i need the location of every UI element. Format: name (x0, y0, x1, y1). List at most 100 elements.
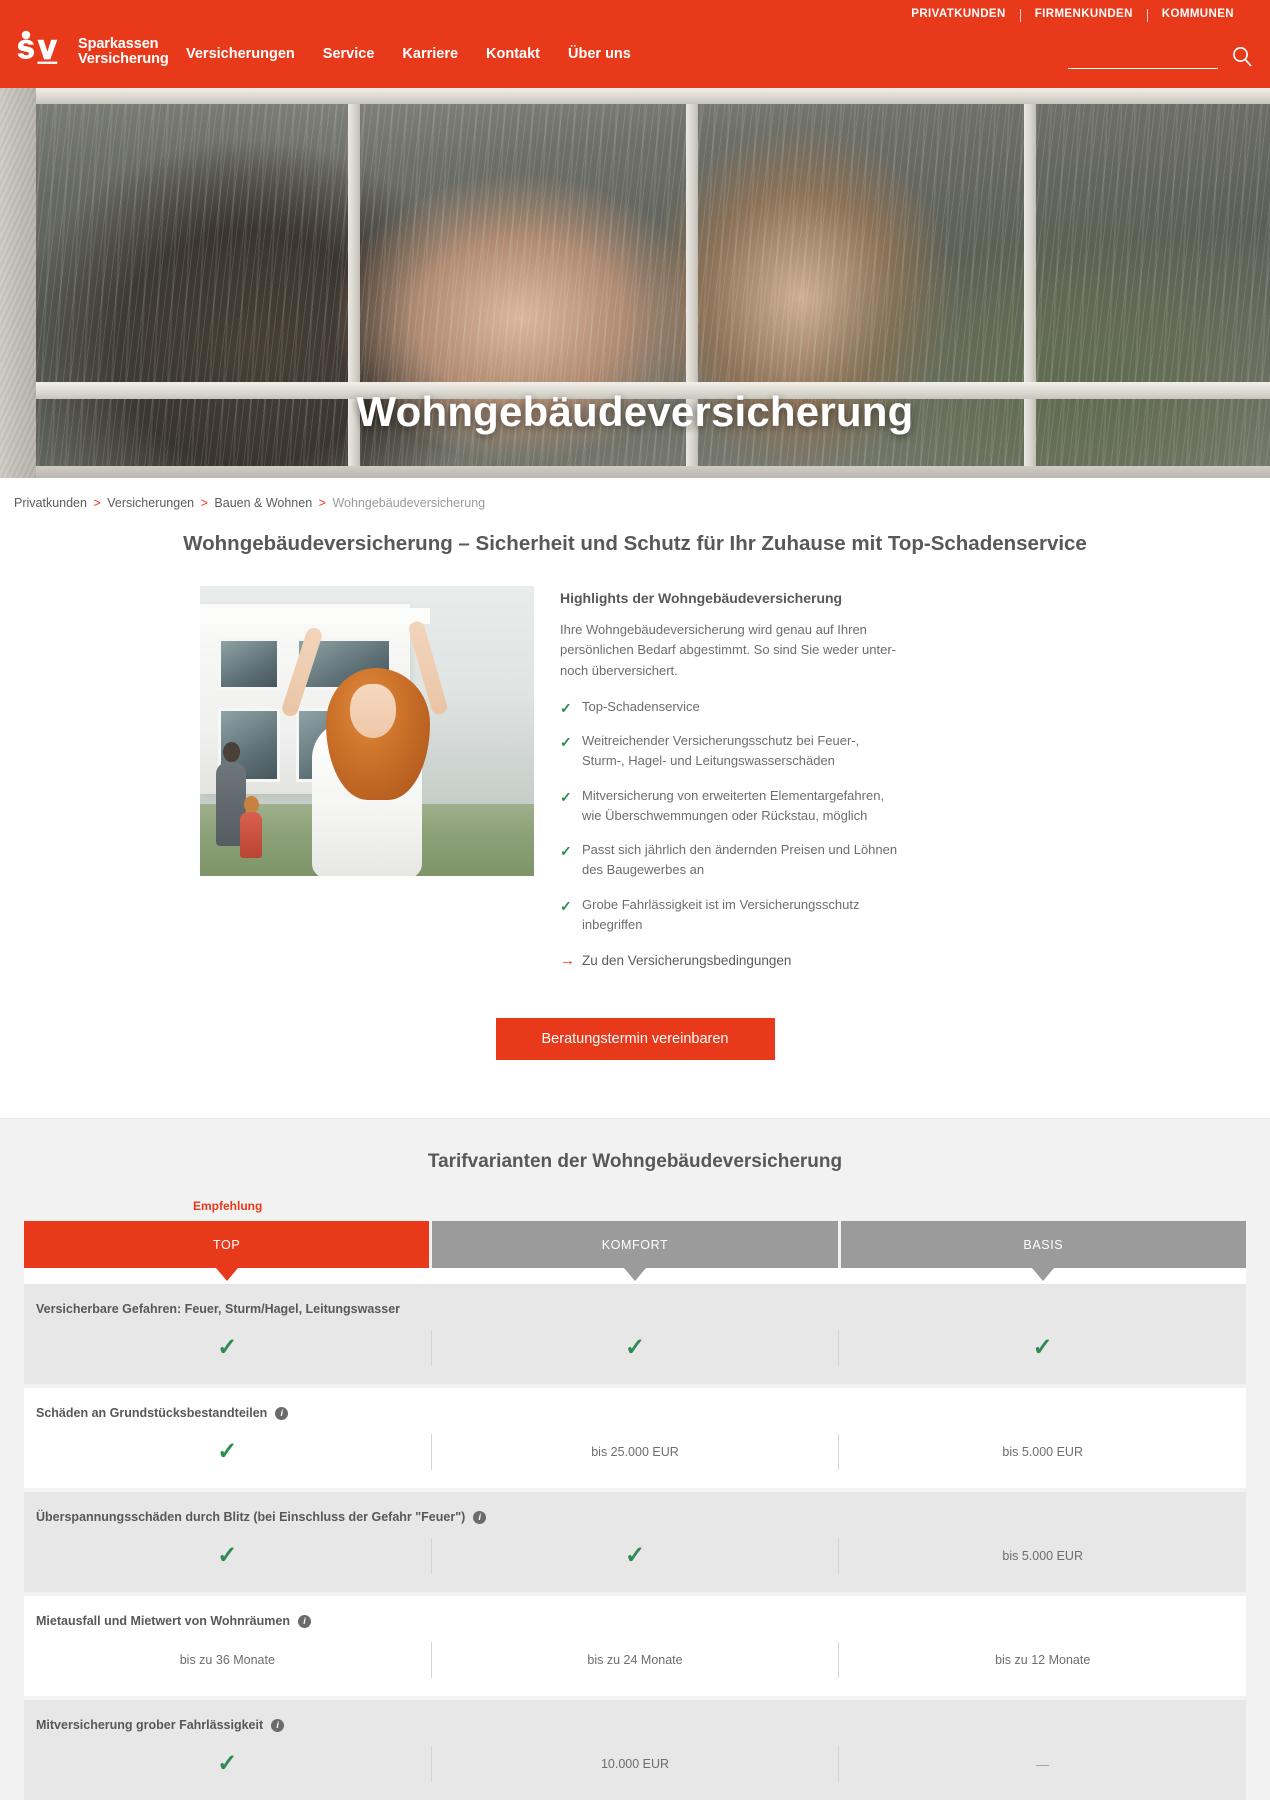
utility-link-privatkunden[interactable]: PRIVATKUNDEN (897, 9, 1019, 21)
feature-label: Überspannungsschäden durch Blitz (bei Ei… (36, 1510, 466, 1525)
value-cell-basis: ✓ (838, 1330, 1246, 1367)
nav-item-service[interactable]: Service (309, 46, 389, 62)
check-icon: ✓ (560, 788, 572, 805)
feature-label: Mietausfall und Mietwert von Wohnräumen (36, 1614, 290, 1629)
dash-icon: — (1036, 1756, 1050, 1772)
table-row: Schäden an Grundstücksbestandteilen i ✓ … (24, 1388, 1246, 1489)
child-figure (236, 794, 264, 858)
logo-link[interactable]: Sparkassen Versicherung (14, 30, 169, 68)
nav-item-versicherungen[interactable]: Versicherungen (186, 46, 309, 62)
main-content: Privatkunden > Versicherungen > Bauen & … (0, 478, 1270, 1801)
list-item-label: Grobe Fahrlässigkeit ist im Versicherung… (582, 896, 860, 932)
check-icon: ✓ (217, 1334, 238, 1362)
feature-label-wrap: Mietausfall und Mietwert von Wohnräumen … (24, 1596, 1246, 1628)
check-icon: ✓ (560, 897, 572, 914)
check-icon: ✓ (217, 1750, 238, 1778)
value-cell-basis: bis zu 12 Monate (838, 1642, 1246, 1679)
page-title: Wohngebäudeversicherung – Sicherheit und… (183, 532, 1087, 555)
tab-pointer-top (24, 1268, 429, 1284)
value-cell-basis: bis 5.000 EUR (838, 1434, 1246, 1471)
feature-label: Versicherbare Gefahren: Feuer, Sturm/Hag… (36, 1302, 401, 1317)
list-item: ✓ Grobe Fahrlässigkeit ist im Versicheru… (560, 895, 905, 936)
utility-nav: PRIVATKUNDEN FIRMENKUNDEN KOMMUNEN (897, 0, 1270, 30)
value-cell-komfort: bis 25.000 EUR (430, 1434, 839, 1471)
search-icon (1233, 47, 1252, 67)
feature-values: bis zu 36 Monate bis zu 24 Monate bis zu… (24, 1628, 1246, 1696)
insurance-conditions-link-label: Zu den Versicherungsbedingungen (582, 953, 792, 969)
list-item-label: Passt sich jährlich den ändernden Preise… (582, 842, 898, 878)
page-root: PRIVATKUNDEN FIRMENKUNDEN KOMMUNEN Spark… (0, 0, 1270, 1801)
value-cell-komfort: bis zu 24 Monate (430, 1642, 839, 1679)
list-item: ✓ Mitversicherung von erweiterten Elemen… (560, 786, 905, 827)
tariff-comparison-section: Tarifvarianten der Wohngebäudeversicheru… (0, 1118, 1270, 1801)
appointment-button[interactable]: Beratungstermin vereinbaren (495, 1018, 775, 1061)
list-item: ✓ Passt sich jährlich den ändernden Prei… (560, 840, 905, 881)
nav-item-ueber-uns[interactable]: Über uns (554, 46, 645, 62)
feature-label-wrap: Überspannungsschäden durch Blitz (bei Ei… (24, 1492, 1246, 1524)
search-submit-button[interactable] (1232, 46, 1252, 69)
recommendation-badge: Empfehlung (193, 1199, 263, 1214)
table-row: Versicherbare Gefahren: Feuer, Sturm/Hag… (24, 1284, 1246, 1385)
check-icon: ✓ (1032, 1334, 1053, 1362)
list-item-label: Weitreichender Versicherungsschutz bei F… (582, 733, 860, 769)
value-cell-basis: bis 5.000 EUR (838, 1538, 1246, 1575)
check-icon: ✓ (560, 734, 572, 751)
breadcrumb-item-current: Wohngebäudeversicherung (332, 496, 486, 510)
check-icon: ✓ (624, 1334, 646, 1362)
breadcrumb-item-bauen-wohnen[interactable]: Bauen & Wohnen (214, 496, 312, 510)
utility-link-kommunen[interactable]: KOMMUNEN (1148, 9, 1248, 21)
table-row: Mietausfall und Mietwert von Wohnräumen … (24, 1596, 1246, 1697)
feature-values: ✓ ✓ bis 5.000 EUR (24, 1524, 1246, 1592)
tariff-table: Empfehlung TOP KOMFORT BASIS Versicherba… (0, 1199, 1270, 1801)
search-input[interactable] (1068, 45, 1218, 69)
info-icon[interactable]: i (271, 1718, 285, 1732)
tab-basis[interactable]: BASIS (840, 1221, 1246, 1269)
list-item-label: Top-Schadenservice (582, 698, 700, 714)
site-header: PRIVATKUNDEN FIRMENKUNDEN KOMMUNEN Spark… (0, 0, 1270, 88)
tab-top[interactable]: TOP (24, 1221, 430, 1269)
arrow-right-icon: → (560, 952, 575, 970)
sv-logo-icon (14, 30, 72, 68)
highlights-intro: Ihre Wohngebäudeversicherung wird genau … (560, 622, 897, 678)
list-item: ✓ Top-Schadenservice (560, 697, 905, 717)
value-cell-komfort: ✓ (430, 1330, 839, 1367)
info-icon[interactable]: i (275, 1406, 289, 1420)
logo-wordmark: Sparkassen Versicherung (78, 37, 169, 68)
feature-label-wrap: Versicherbare Gefahren: Feuer, Sturm/Hag… (24, 1284, 1246, 1316)
breadcrumb-separator: > (93, 496, 101, 510)
value-cell-top: ✓ (24, 1746, 431, 1782)
window-sill (36, 466, 1270, 478)
logo-word-line1: Sparkassen (78, 36, 159, 53)
cta-area: Beratungstermin vereinbaren (0, 968, 1270, 1118)
nav-item-kontakt[interactable]: Kontakt (472, 46, 554, 62)
recommendation-row: Empfehlung (24, 1199, 1246, 1221)
utility-link-firmenkunden[interactable]: FIRMENKUNDEN (1021, 9, 1147, 21)
breadcrumb-separator: > (318, 496, 326, 510)
nav-item-karriere[interactable]: Karriere (388, 46, 472, 62)
breadcrumb-item-versicherungen[interactable]: Versicherungen (107, 496, 194, 510)
value-cell-basis: — (838, 1746, 1246, 1783)
logo-word-line2: Versicherung (78, 51, 169, 68)
feature-label: Schäden an Grundstücksbestandteilen (36, 1406, 268, 1421)
list-item-label: Mitversicherung von erweiterten Elementa… (582, 787, 885, 823)
tab-pointer-basis (841, 1268, 1246, 1284)
feature-values: ✓ ✓ ✓ (24, 1316, 1246, 1384)
breadcrumb-item-privatkunden[interactable]: Privatkunden (14, 496, 87, 510)
info-icon[interactable]: i (297, 1614, 311, 1628)
insurance-conditions-link[interactable]: → Zu den Versicherungsbedingungen (560, 952, 905, 970)
tab-pointers (24, 1268, 1246, 1285)
tariff-tabs: TOP KOMFORT BASIS (24, 1221, 1246, 1269)
value-cell-top: bis zu 36 Monate (179, 1653, 275, 1668)
check-icon: ✓ (560, 843, 572, 860)
info-icon[interactable]: i (473, 1510, 487, 1524)
tab-komfort[interactable]: KOMFORT (432, 1221, 838, 1269)
table-row: Überspannungsschäden durch Blitz (bei Ei… (24, 1492, 1246, 1593)
tariff-title: Tarifvarianten der Wohngebäudeversicheru… (427, 1151, 843, 1173)
value-cell-top: ✓ (24, 1538, 431, 1574)
tab-pointer-komfort (432, 1268, 837, 1284)
highlights-section: Highlights der Wohngebäudeversicherung I… (0, 556, 1270, 970)
value-cell-komfort: 10.000 EUR (430, 1746, 839, 1783)
feature-label-wrap: Mitversicherung grober Fahrlässigkeit i (24, 1700, 1246, 1732)
feature-label: Mitversicherung grober Fahrlässigkeit (36, 1718, 264, 1733)
highlights-text: Highlights der Wohngebäudeversicherung I… (560, 586, 905, 970)
